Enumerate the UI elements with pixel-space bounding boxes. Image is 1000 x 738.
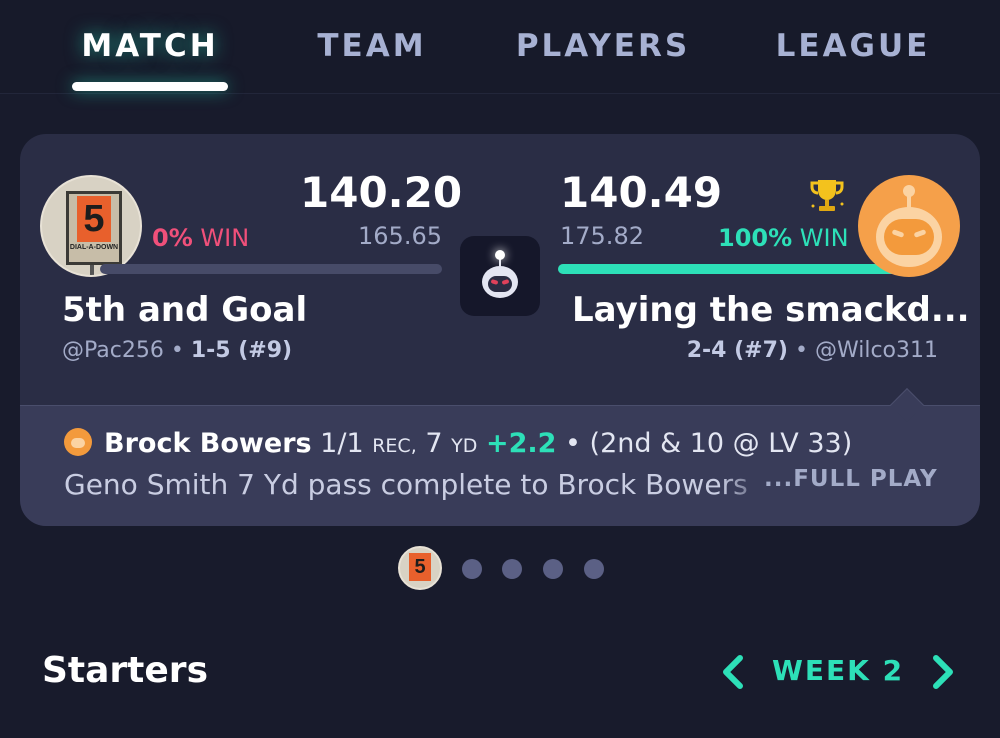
dial-a-down-sign-icon: 5 DIAL-A-DOWN [66,191,122,265]
play-situation: (2nd & 10 @ LV 33) [589,428,853,459]
team-robot-icon [64,428,92,456]
left-team-meta: @Pac256 • 1-5 (#9) [62,338,292,363]
full-play-link[interactable]: ...FULL PLAY [764,466,938,498]
play-stat-count: 1/1 [320,428,364,459]
right-win-bar [558,264,900,274]
chevron-right-icon[interactable] [926,652,960,692]
left-team-record: 1-5 (#9) [190,338,293,363]
avatar-sign-text: DIAL-A-DOWN [69,244,119,251]
left-win-bar [100,264,442,274]
tab-players[interactable]: PLAYERS [508,28,698,68]
right-win-bar-fill [558,264,900,274]
right-win-probability: 100% WIN [718,224,849,252]
active-tab-indicator [72,82,228,91]
right-team-record: 2-4 (#7) [686,338,788,363]
right-score: 140.49 [560,168,723,217]
right-team-meta: 2-4 (#7) • @Wilco311 [600,338,938,363]
left-team-handle[interactable]: @Pac256 [62,338,164,363]
pager-dot[interactable] [543,559,563,579]
play-description: Geno Smith 7 Yd pass complete to Brock B… [64,468,748,501]
pager-avatar-number: 5 [409,553,431,581]
week-selector-label[interactable]: WEEK 2 [772,654,904,687]
left-team-avatar[interactable]: 5 DIAL-A-DOWN [40,175,142,277]
play-stat-yards: 7 [425,428,443,459]
meta-separator: • [170,338,184,363]
right-team-name[interactable]: Laying the smackd... [572,290,970,330]
tab-team[interactable]: TEAM [310,28,434,68]
right-projected-score: 175.82 [560,222,644,250]
left-win-probability: 0% WIN [152,224,249,252]
left-team-name[interactable]: 5th and Goal [62,290,307,330]
meta-separator: • [794,338,808,363]
left-win-pct: 0% [152,224,193,252]
play-stat-rec: REC, [372,435,417,457]
pager-dot[interactable] [462,559,482,579]
play-stat-yards-unit: YD [451,435,478,457]
app-logo-icon [460,236,540,316]
chevron-left-icon[interactable] [716,652,750,692]
trophy-icon [810,180,844,211]
left-projected-score: 165.65 [358,222,442,250]
left-score: 140.20 [300,168,463,217]
tab-league[interactable]: LEAGUE [772,28,934,68]
tab-match[interactable]: MATCH [72,28,228,68]
right-team-handle[interactable]: @Wilco311 [815,338,938,363]
play-points: +2.2 [485,428,557,459]
pager-current-matchup[interactable]: 5 [398,546,442,590]
right-team-avatar[interactable] [858,175,960,277]
play-bullet: • [565,428,581,459]
pager-dot[interactable] [584,559,604,579]
avatar-antenna [903,185,915,197]
play-summary: Brock Bowers 1/1 REC, 7 YD +2.2 • (2nd &… [64,428,852,462]
sign-pole [90,265,94,275]
avatar-number: 5 [77,196,111,242]
right-win-pct: 100% [718,224,793,252]
starters-heading: Starters [42,650,208,691]
avatar-robot-face [884,219,934,255]
play-text-fade [720,464,770,504]
top-tab-bar: MATCH TEAM PLAYERS LEAGUE [0,0,1000,94]
right-win-label: WIN [799,224,849,252]
pager-dot[interactable] [502,559,522,579]
play-player-name[interactable]: Brock Bowers [104,428,312,459]
left-win-label: WIN [200,224,250,252]
logo-antenna-light [495,250,505,260]
